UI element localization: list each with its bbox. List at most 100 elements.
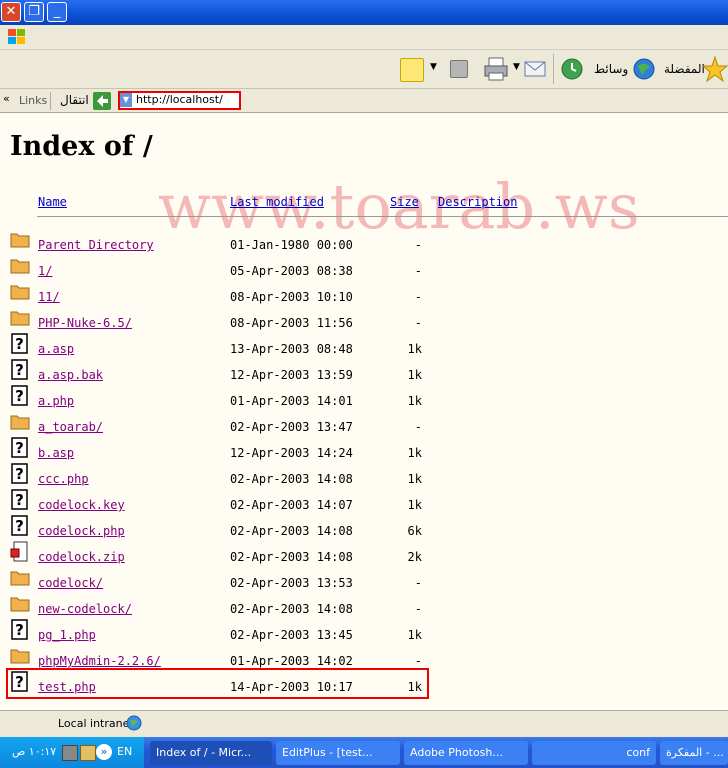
folder-icon[interactable]	[10, 567, 30, 589]
window-title-bar	[0, 0, 728, 25]
svg-text:?: ?	[15, 335, 24, 353]
file-modified: 02-Apr-2003 14:08	[230, 550, 353, 564]
file-size: -	[414, 264, 422, 278]
print-icon[interactable]	[482, 56, 512, 82]
file-size: -	[414, 654, 422, 668]
file-name-link[interactable]: Parent Directory	[38, 238, 154, 252]
file-modified: 08-Apr-2003 10:10	[230, 290, 353, 304]
file-name-link[interactable]: codelock.zip	[38, 550, 125, 564]
address-dropdown-icon[interactable]: ▼	[120, 93, 132, 107]
expand-tray-icon[interactable]: »	[96, 744, 112, 760]
folder-icon[interactable]	[10, 281, 30, 303]
file-row: ? b.asp 12-Apr-2003 14:24 1k	[0, 437, 728, 472]
file-name-link[interactable]: a.php	[38, 394, 74, 408]
favorites-button[interactable]: المفضلة	[664, 62, 705, 76]
svg-text:?: ?	[15, 465, 24, 483]
task-button-conf[interactable]: conf	[532, 741, 656, 765]
go-arrow-icon[interactable]	[93, 92, 111, 110]
file-name-link[interactable]: ccc.php	[38, 472, 89, 486]
clock[interactable]: ١٠:١٧ ص	[12, 745, 56, 758]
file-modified: 02-Apr-2003 13:53	[230, 576, 353, 590]
close-window-button[interactable]: ✕	[1, 2, 21, 22]
history-icon[interactable]	[560, 57, 584, 81]
file-name-link[interactable]: phpMyAdmin-2.2.6/	[38, 654, 161, 668]
unknown-file-icon[interactable]: ?	[10, 437, 30, 459]
file-row: 1/05-Apr-2003 08:38 -	[0, 259, 728, 290]
folder-icon[interactable]	[10, 645, 30, 667]
file-name-link[interactable]: codelock.php	[38, 524, 125, 538]
note-icon[interactable]	[400, 58, 424, 82]
file-name-link[interactable]: pg_1.php	[38, 628, 96, 642]
links-separator	[50, 92, 51, 110]
file-modified: 05-Apr-2003 08:38	[230, 264, 353, 278]
file-modified: 01-Apr-2003 14:02	[230, 654, 353, 668]
file-row: new-codelock/02-Apr-2003 14:08 -	[0, 597, 728, 628]
unknown-file-icon[interactable]: ?	[10, 515, 30, 537]
unknown-file-icon[interactable]: ?	[10, 463, 30, 485]
column-header-name[interactable]: Name	[38, 195, 67, 209]
file-name-link[interactable]: PHP-Nuke-6.5/	[38, 316, 132, 330]
file-name-link[interactable]: a.asp.bak	[38, 368, 103, 382]
file-name-link[interactable]: 11/	[38, 290, 60, 304]
unknown-file-icon[interactable]: ?	[10, 385, 30, 407]
folder-icon[interactable]	[10, 229, 30, 251]
file-size: 1k	[407, 446, 422, 460]
language-indicator[interactable]: EN	[117, 745, 132, 758]
file-size: -	[414, 576, 422, 590]
unknown-file-icon[interactable]: ?	[10, 359, 30, 381]
dropdown-arrow-icon[interactable]: ▼	[430, 62, 437, 72]
file-size: -	[414, 238, 422, 252]
task-button-ie[interactable]: Index of / - Micr...	[150, 741, 272, 765]
file-row: PHP-Nuke-6.5/08-Apr-2003 11:56 -	[0, 311, 728, 342]
folder-icon[interactable]	[10, 411, 30, 433]
file-size: 1k	[407, 498, 422, 512]
print-dropdown-icon[interactable]: ▼	[513, 62, 520, 72]
task-button-notepad[interactable]: المفكرة - ...	[660, 741, 728, 765]
favorites-star-icon[interactable]	[702, 56, 728, 82]
minimize-window-button[interactable]: _	[47, 2, 67, 22]
folder-icon[interactable]	[10, 255, 30, 277]
file-name-link[interactable]: a_toarab/	[38, 420, 103, 434]
folder-icon[interactable]	[10, 593, 30, 615]
file-modified: 12-Apr-2003 14:24	[230, 446, 353, 460]
highlight-box	[6, 668, 429, 699]
file-name-link[interactable]: 1/	[38, 264, 52, 278]
svg-text:?: ?	[15, 439, 24, 457]
mail-icon[interactable]	[523, 56, 549, 80]
address-url[interactable]: http://localhost/	[136, 93, 223, 106]
column-header-description[interactable]: Description	[438, 195, 517, 209]
svg-text:?: ?	[15, 387, 24, 405]
windows-logo-icon	[8, 29, 25, 44]
task-button-editplus[interactable]: EditPlus - [test...	[276, 741, 400, 765]
task-label: المفكرة - ...	[666, 746, 724, 759]
file-size: -	[414, 602, 422, 616]
media-button[interactable]: وسائط	[594, 62, 628, 76]
file-name-link[interactable]: a.asp	[38, 342, 74, 356]
unknown-file-icon[interactable]: ?	[10, 333, 30, 355]
restore-window-button[interactable]: ❐	[24, 2, 44, 22]
file-row: ? ccc.php 02-Apr-2003 14:08 1k	[0, 463, 728, 498]
column-header-last-modified[interactable]: Last modified	[230, 195, 324, 209]
go-button-label[interactable]: انتقال	[60, 93, 89, 107]
file-name-link[interactable]: codelock.key	[38, 498, 125, 512]
file-row: Parent Directory 01-Jan-1980 00:00 -	[0, 233, 728, 264]
file-size: 1k	[407, 368, 422, 382]
file-row: ? pg_1.php 02-Apr-2003 13:45 1k	[0, 619, 728, 654]
media-globe-icon[interactable]	[632, 57, 656, 81]
zip-file-icon[interactable]	[10, 541, 30, 563]
column-header-size[interactable]: Size	[390, 195, 419, 209]
network-icon[interactable]	[62, 745, 78, 761]
links-label[interactable]: Links	[19, 94, 47, 107]
tray-app-icon[interactable]	[80, 745, 96, 761]
file-name-link[interactable]: codelock/	[38, 576, 103, 590]
folder-icon[interactable]	[10, 307, 30, 329]
file-modified: 02-Apr-2003 14:08	[230, 472, 353, 486]
messenger-icon[interactable]	[450, 60, 468, 78]
file-name-link[interactable]: new-codelock/	[38, 602, 132, 616]
svg-text:?: ?	[15, 621, 24, 639]
links-chevron-icon[interactable]: «	[3, 92, 10, 105]
unknown-file-icon[interactable]: ?	[10, 489, 30, 511]
unknown-file-icon[interactable]: ?	[10, 619, 30, 641]
task-button-photoshop[interactable]: Adobe Photosh...	[404, 741, 528, 765]
file-name-link[interactable]: b.asp	[38, 446, 74, 460]
